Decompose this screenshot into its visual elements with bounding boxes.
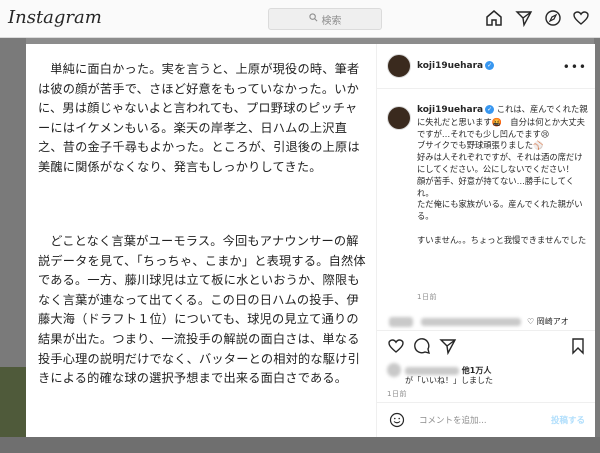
direct-message-icon[interactable] bbox=[515, 9, 533, 31]
search-icon bbox=[308, 13, 318, 25]
caption-username[interactable]: koji19uehara bbox=[417, 105, 483, 115]
post-username[interactable]: koji19uehara ✓ bbox=[417, 61, 495, 71]
avatar[interactable] bbox=[387, 54, 411, 78]
post-side-panel: koji19uehara ✓ ••• koji19uehara ✓ これは、産んでく… bbox=[376, 44, 595, 437]
post-caption: koji19uehara ✓ これは、産んでくれた親に失礼だと思います🤬 自分は何… bbox=[417, 104, 589, 247]
bookmark-icon[interactable] bbox=[569, 337, 587, 355]
like-heart-icon[interactable] bbox=[387, 337, 405, 355]
article-paragraph-2: どことなく言葉がユーモラス。今回もアナウンサーの解説データを見て、「ちっちゃ、こ… bbox=[38, 234, 366, 386]
add-comment-bar: コメントを追加... 投稿する bbox=[377, 402, 595, 438]
blurred-liker-name bbox=[405, 366, 459, 375]
article-paragraph-1: 単純に面白かった。実を言うと、上原が現役の時、筆者は彼の顔が苦手で、さほど好意を… bbox=[38, 62, 360, 174]
blurred-avatar bbox=[389, 317, 413, 327]
more-options-icon[interactable]: ••• bbox=[563, 60, 587, 74]
top-navigation-bar: Instagram 検索 bbox=[0, 0, 600, 38]
caption-line: ブサイクでも野球頑張りました⚾ bbox=[417, 140, 544, 151]
emoji-icon[interactable] bbox=[389, 412, 405, 432]
home-icon[interactable] bbox=[485, 9, 503, 31]
post-comment-button[interactable]: 投稿する bbox=[551, 414, 585, 426]
comment-snippet: ♡ 岡崎アオ bbox=[527, 317, 569, 326]
activity-heart-icon[interactable] bbox=[572, 9, 590, 31]
instagram-logo[interactable]: Instagram bbox=[8, 7, 102, 28]
comment-icon[interactable] bbox=[413, 337, 431, 355]
add-comment-input[interactable]: コメントを追加... bbox=[419, 414, 487, 426]
post-time: 1日前 bbox=[387, 390, 407, 398]
search-input[interactable]: 検索 bbox=[268, 8, 382, 30]
verified-badge-icon: ✓ bbox=[485, 105, 495, 114]
heart-icon: ♡ bbox=[527, 317, 535, 326]
post-header: koji19uehara ✓ ••• bbox=[377, 44, 595, 89]
caption-line bbox=[417, 223, 589, 235]
liker-avatar bbox=[387, 363, 401, 377]
feed-tile bbox=[0, 437, 600, 453]
article-text-panel: 単純に面白かった。実を言うと、上原が現役の時、筆者は彼の顔が苦手で、さほど好意を… bbox=[26, 44, 376, 437]
caption-line: ただ俺にも家族がいる。産んでくれた親がいる。 bbox=[417, 199, 583, 222]
share-icon[interactable] bbox=[439, 337, 457, 356]
post-actions: 他1万人 が「いいね！」しました 1日前 bbox=[377, 330, 595, 401]
caption-line: すいません。。ちょっと我慢できませんでした bbox=[417, 234, 587, 245]
likes-suffix: が「いいね！」しました bbox=[405, 376, 493, 385]
verified-badge-icon: ✓ bbox=[485, 61, 495, 70]
caption-line: 顔が苦手、好意が持てない…勝手にしてくれ。 bbox=[417, 175, 575, 198]
search-placeholder: 検索 bbox=[321, 15, 342, 27]
blurred-comment: ♡ 岡崎アオ bbox=[385, 314, 585, 330]
caption-time: 1日前 bbox=[417, 293, 437, 301]
caption-avatar[interactable] bbox=[387, 106, 411, 130]
blurred-text bbox=[421, 318, 521, 326]
caption-line: 好みは人それぞれですが、それは酒の席だけにしてください。公にしないでください！ bbox=[417, 152, 583, 174]
explore-icon[interactable] bbox=[544, 9, 562, 31]
